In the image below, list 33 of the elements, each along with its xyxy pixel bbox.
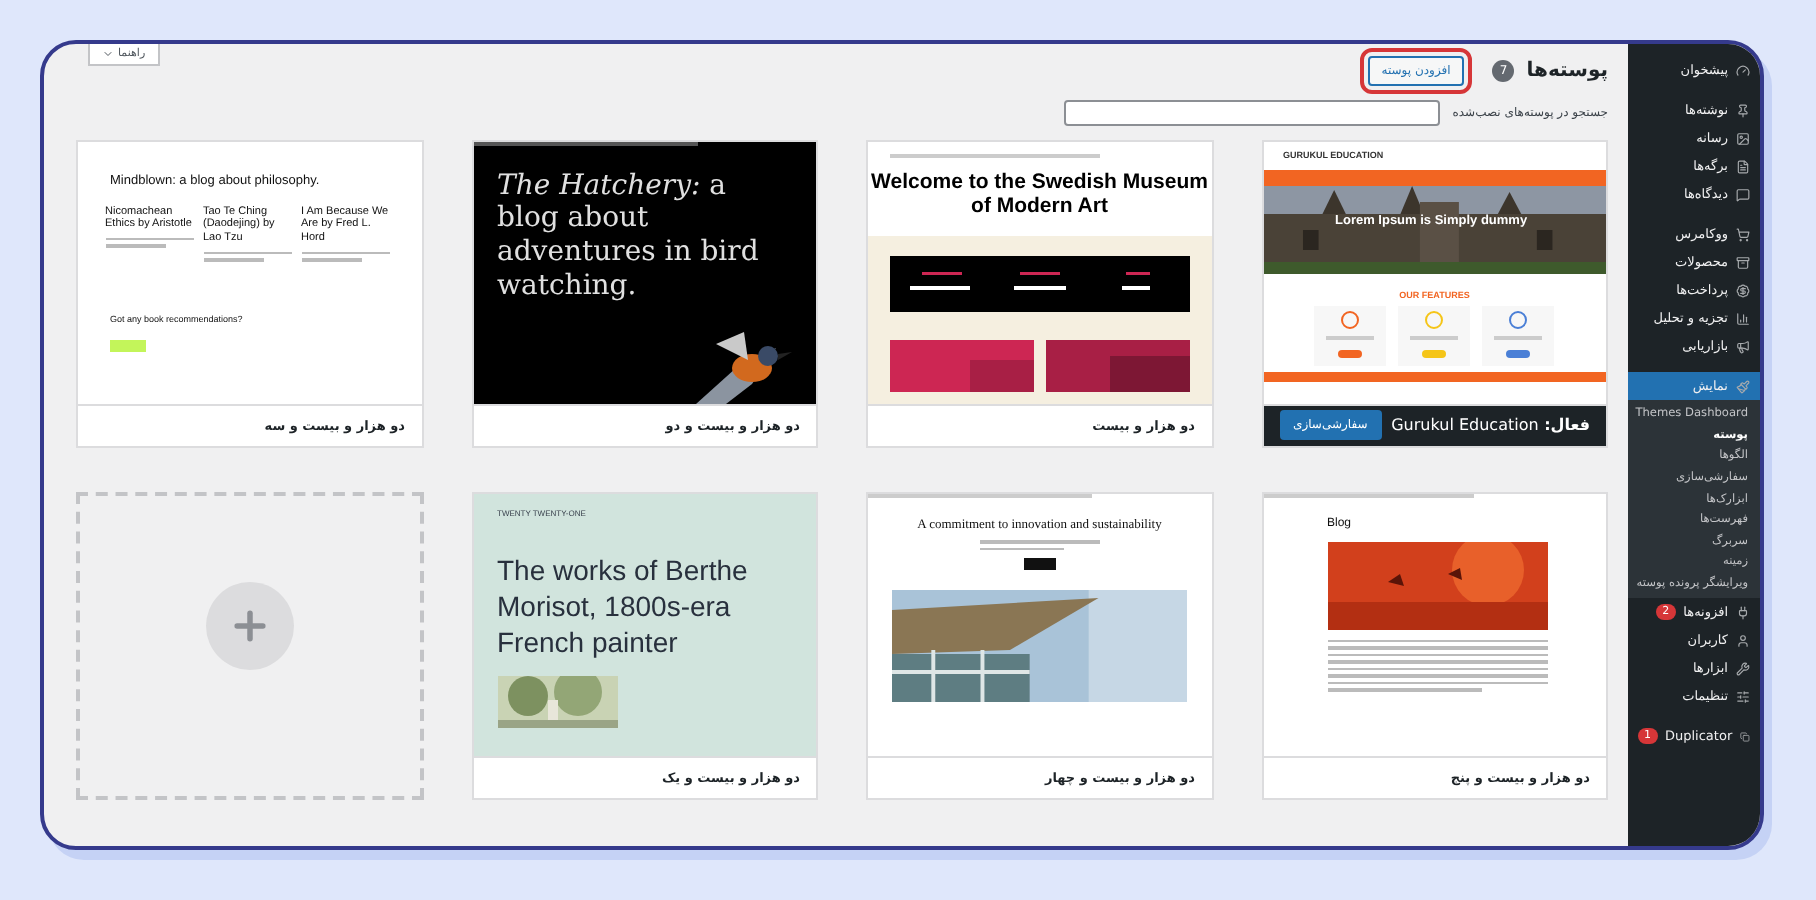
headline: The works of Berthe Morisot, 1800s-era French painter	[495, 551, 750, 661]
copy-icon	[1740, 729, 1750, 744]
plus-icon[interactable]	[205, 582, 294, 670]
user-icon	[1736, 633, 1750, 648]
headline: Welcome to the Swedish Museum of Modern Art	[869, 169, 1210, 220]
button-drawing	[110, 339, 146, 352]
text-lines-drawing	[979, 540, 1100, 551]
feature-card-drawing	[1398, 306, 1471, 367]
wrench-icon	[1736, 661, 1750, 676]
image-icon	[1736, 131, 1750, 145]
feature-card-drawing	[1482, 306, 1555, 367]
gauge-icon	[1736, 63, 1750, 77]
text-lines-drawing	[203, 251, 291, 262]
pin-icon	[1736, 103, 1750, 117]
bar-chart-icon	[1736, 311, 1750, 325]
speech-bubble-icon	[1736, 187, 1750, 201]
plug-icon	[1736, 605, 1750, 620]
add-theme-tile[interactable]	[76, 492, 423, 800]
text-lines-drawing	[105, 237, 193, 248]
paintbrush-icon	[1736, 379, 1750, 393]
megaphone-icon	[1736, 339, 1750, 353]
headline: The Hatchery: a blog about adventures in bird watching.	[495, 167, 761, 304]
text-lines-drawing	[301, 251, 389, 262]
sliders-icon	[1736, 689, 1750, 704]
archive-icon	[1736, 255, 1750, 269]
feature-card-drawing	[1314, 306, 1387, 367]
cart-icon	[1736, 227, 1750, 241]
search-field[interactable]	[1064, 99, 1441, 125]
page-icon	[1736, 159, 1750, 173]
caret-icon	[102, 48, 114, 60]
dollar-icon	[1736, 283, 1750, 297]
button-drawing	[1023, 558, 1056, 571]
page-title: پوسته‌ها	[1526, 60, 1608, 82]
